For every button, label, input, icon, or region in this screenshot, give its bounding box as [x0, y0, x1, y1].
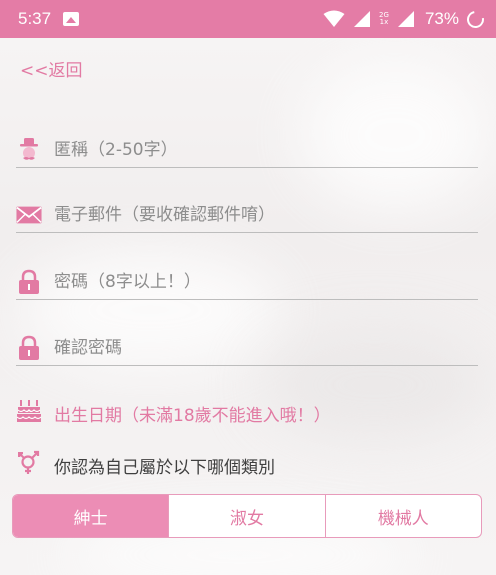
confirm-password-field: [16, 330, 478, 366]
email-input[interactable]: [54, 199, 454, 230]
gender-segmented-control: 紳士 淑女 機械人: [12, 494, 482, 538]
status-icons: 2G 1x 73%: [323, 7, 488, 31]
lock-icon: [16, 335, 42, 361]
nickname-input[interactable]: [54, 134, 454, 165]
gender-option-robot[interactable]: 機械人: [324, 495, 481, 537]
gender-option-gentleman[interactable]: 紳士: [13, 495, 169, 537]
gallery-icon: [63, 12, 80, 26]
birthday-label: 出生日期（未滿18歲不能進入哦！）: [54, 405, 331, 426]
battery-icon: [463, 7, 488, 31]
gender-symbol-icon: [16, 450, 42, 480]
password-field: [16, 264, 478, 300]
email-field: [16, 197, 478, 233]
status-bar: 5:37 2G 1x 73%: [0, 0, 496, 38]
birthday-picker[interactable]: 出生日期（未滿18歲不能進入哦！）: [16, 398, 331, 428]
lock-icon: [16, 269, 42, 295]
signal-icon: [353, 11, 370, 27]
battery-percent: 73%: [424, 9, 459, 28]
password-input[interactable]: [54, 266, 454, 297]
gender-option-lady[interactable]: 淑女: [168, 495, 324, 537]
wifi-icon: [323, 10, 345, 27]
mail-icon: [16, 202, 42, 228]
nickname-field: [16, 132, 478, 168]
birthday-cake-icon: [16, 398, 42, 428]
network-type-bottom: 1x: [379, 18, 389, 26]
gender-question-label: 你認為自己屬於以下哪個類別: [54, 457, 275, 478]
network-type-label: 2G 1x: [379, 12, 389, 26]
gender-question: 你認為自己屬於以下哪個類別: [16, 450, 275, 480]
confirm-password-input[interactable]: [54, 332, 454, 363]
gentleman-icon: [16, 137, 42, 163]
status-time: 5:37: [18, 9, 52, 28]
back-button[interactable]: <<返回: [20, 56, 83, 81]
signal-icon: [397, 11, 414, 27]
